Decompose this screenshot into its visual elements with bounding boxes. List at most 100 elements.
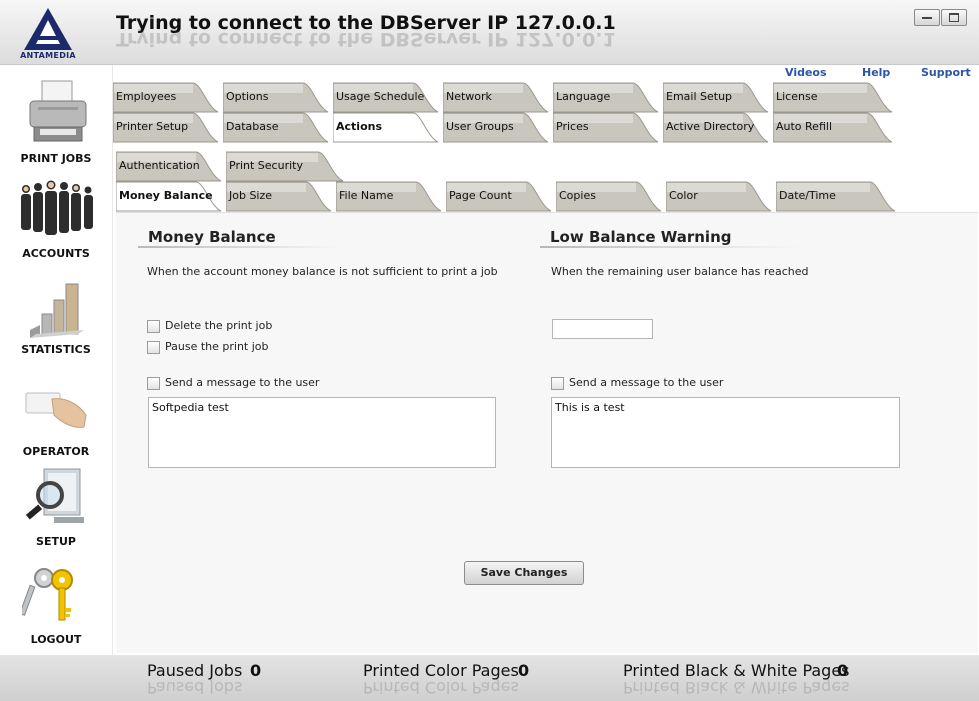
tab-label: Color xyxy=(669,189,698,202)
tab-label: Network xyxy=(446,90,492,103)
tab-network[interactable]: Network xyxy=(443,81,549,113)
keys-icon xyxy=(19,560,92,630)
subtab-copies[interactable]: Copies xyxy=(556,180,662,212)
tab-label: Job Size xyxy=(229,189,273,202)
low-balance-description: When the remaining user balance has reac… xyxy=(551,265,809,278)
tab-license[interactable]: License xyxy=(773,81,893,113)
sidebar-item-label: STATISTICS xyxy=(21,343,91,356)
tab-label: License xyxy=(776,90,818,103)
sidebar-item-print-jobs[interactable]: PRINT JOBS xyxy=(0,77,112,169)
minimize-button[interactable] xyxy=(914,9,940,26)
tab-active-directory[interactable]: Active Directory xyxy=(663,111,769,143)
antamedia-logo: ANTAMEDIA xyxy=(12,6,84,62)
tab-label: Printer Setup xyxy=(116,120,189,133)
save-changes-button[interactable]: Save Changes xyxy=(464,561,584,585)
send-message-label: Send a message to the user xyxy=(165,376,320,389)
tab-actions[interactable]: Actions xyxy=(333,111,439,143)
subtab-date-time[interactable]: Date/Time xyxy=(776,180,896,212)
sidebar-item-label: PRINT JOBS xyxy=(20,152,92,165)
pause-job-label: Pause the print job xyxy=(165,340,269,353)
link-help[interactable]: Help xyxy=(862,66,890,79)
sidebar-item-label: LOGOUT xyxy=(30,633,82,646)
minimize-icon xyxy=(922,17,932,19)
tab-employees[interactable]: Employees xyxy=(113,81,219,113)
tab-printer-setup[interactable]: Printer Setup xyxy=(113,111,219,143)
tab-label: Date/Time xyxy=(779,189,836,202)
section-divider xyxy=(540,246,800,248)
sidebar: PRINT JOBS ACCOUNTS STATISTICS OPERATOR … xyxy=(0,65,112,655)
low-balance-message-textarea[interactable]: This is a test xyxy=(551,397,900,468)
maximize-icon xyxy=(949,13,959,22)
low-balance-title: Low Balance Warning xyxy=(550,228,732,246)
printed-color-pages-reflection: Printed Color Pages xyxy=(363,678,519,697)
subtab-money-balance[interactable]: Money Balance xyxy=(116,180,222,212)
subtab-authentication[interactable]: Authentication xyxy=(116,150,222,182)
tab-label: Employees xyxy=(116,90,177,103)
sidebar-item-label: OPERATOR xyxy=(22,445,90,458)
title-bar: ANTAMEDIA Trying to connect to the DBSer… xyxy=(0,0,979,65)
link-videos[interactable]: Videos xyxy=(785,66,827,79)
subtab-job-size[interactable]: Job Size xyxy=(226,180,332,212)
money-balance-message-textarea[interactable]: Softpedia test xyxy=(148,397,496,468)
subtab-page-count[interactable]: Page Count xyxy=(446,180,552,212)
tab-prices[interactable]: Prices xyxy=(553,111,659,143)
tab-database[interactable]: Database xyxy=(223,111,329,143)
tab-options[interactable]: Options xyxy=(223,81,329,113)
window-title-reflection: Trying to connect to the DBServer IP 127… xyxy=(116,28,616,50)
people-icon xyxy=(18,177,96,247)
delete-job-checkbox[interactable] xyxy=(147,320,160,333)
tab-label: Authentication xyxy=(119,159,200,172)
tab-email-setup[interactable]: Email Setup xyxy=(663,81,769,113)
tab-label: Database xyxy=(226,120,279,133)
sidebar-item-logout[interactable]: LOGOUT xyxy=(0,560,112,652)
pause-job-checkbox[interactable] xyxy=(147,341,160,354)
tab-label: Email Setup xyxy=(666,90,733,103)
bar-chart-icon xyxy=(22,270,92,340)
logo-text: ANTAMEDIA xyxy=(20,51,76,60)
paused-jobs-value: 0 xyxy=(250,661,262,680)
printer-icon xyxy=(22,77,92,147)
sidebar-item-accounts[interactable]: ACCOUNTS xyxy=(0,177,112,269)
low-balance-send-message-label: Send a message to the user xyxy=(569,376,724,389)
tab-label: Options xyxy=(226,90,269,103)
low-balance-threshold-input[interactable] xyxy=(552,319,653,339)
tab-label: Active Directory xyxy=(666,120,755,133)
app-window: ANTAMEDIA Trying to connect to the DBSer… xyxy=(0,0,979,701)
sidebar-item-label: ACCOUNTS xyxy=(22,247,90,260)
send-message-checkbox[interactable] xyxy=(147,377,160,390)
subtab-print-security[interactable]: Print Security xyxy=(226,150,344,182)
tab-auto-refill[interactable]: Auto Refill xyxy=(773,111,893,143)
section-divider xyxy=(138,246,338,248)
tab-label: Prices xyxy=(556,120,589,133)
magnifier-icon xyxy=(22,465,92,535)
tab-label: Language xyxy=(556,90,611,103)
delete-job-label: Delete the print job xyxy=(165,319,273,332)
tab-label: Page Count xyxy=(449,189,512,202)
link-support[interactable]: Support xyxy=(921,66,971,79)
low-balance-send-message-checkbox[interactable] xyxy=(551,377,564,390)
tab-user-groups[interactable]: User Groups xyxy=(443,111,549,143)
tab-label: File Name xyxy=(339,189,394,202)
sidebar-item-operator[interactable]: OPERATOR xyxy=(0,375,112,467)
subtab-file-name[interactable]: File Name xyxy=(336,180,442,212)
tab-label: Print Security xyxy=(229,159,303,172)
tab-label: Copies xyxy=(559,189,596,202)
sidebar-item-setup[interactable]: SETUP xyxy=(0,465,112,557)
tab-label: Money Balance xyxy=(119,189,213,202)
tab-label: Actions xyxy=(336,120,382,133)
tab-label: Usage Schedule xyxy=(336,90,425,103)
sidebar-item-label: SETUP xyxy=(36,535,76,548)
tab-language[interactable]: Language xyxy=(553,81,659,113)
paused-jobs-reflection: Paused Jobs xyxy=(147,678,243,697)
tab-label: Auto Refill xyxy=(776,120,832,133)
tab-label: User Groups xyxy=(446,120,514,133)
subtab-color[interactable]: Color xyxy=(666,180,772,212)
money-balance-title: Money Balance xyxy=(148,228,276,246)
card-hand-icon xyxy=(22,375,92,445)
tab-usage-schedule[interactable]: Usage Schedule xyxy=(333,81,439,113)
sidebar-item-statistics[interactable]: STATISTICS xyxy=(0,270,112,362)
maximize-button[interactable] xyxy=(941,9,967,26)
printed-color-pages-value: 0 xyxy=(518,661,530,680)
printed-bw-pages-reflection: Printed Black & White Pages xyxy=(623,678,850,697)
money-balance-description: When the account money balance is not su… xyxy=(147,265,498,278)
